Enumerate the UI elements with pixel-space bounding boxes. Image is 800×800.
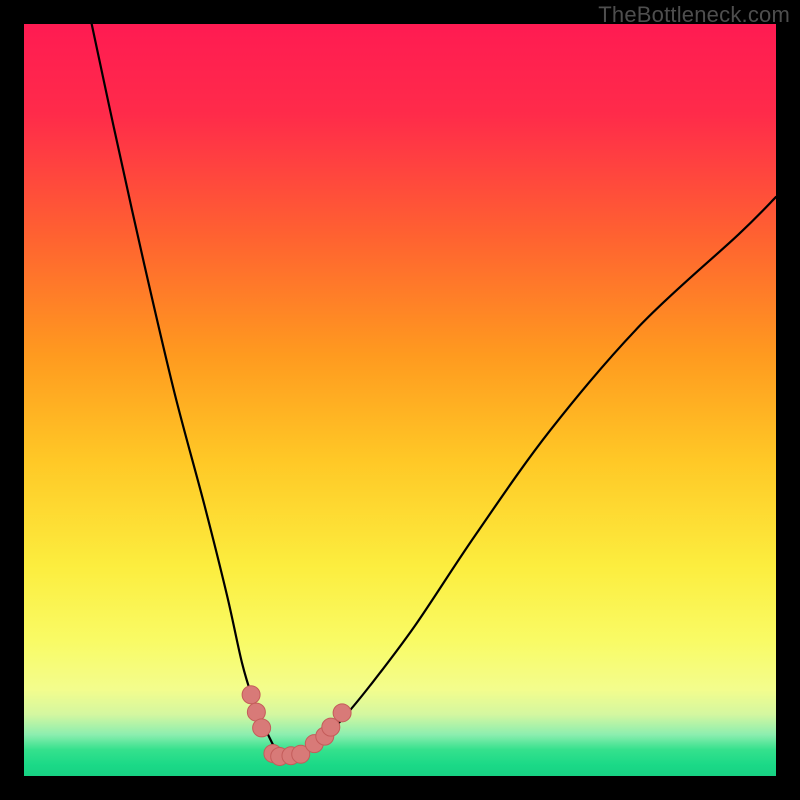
trough-marker <box>247 703 265 721</box>
trough-marker <box>333 704 351 722</box>
trough-marker <box>253 719 271 737</box>
watermark-text: TheBottleneck.com <box>598 2 790 28</box>
trough-marker <box>242 686 260 704</box>
chart-svg <box>24 24 776 776</box>
gradient-background <box>24 24 776 776</box>
plot-area <box>24 24 776 776</box>
chart-frame: TheBottleneck.com <box>0 0 800 800</box>
